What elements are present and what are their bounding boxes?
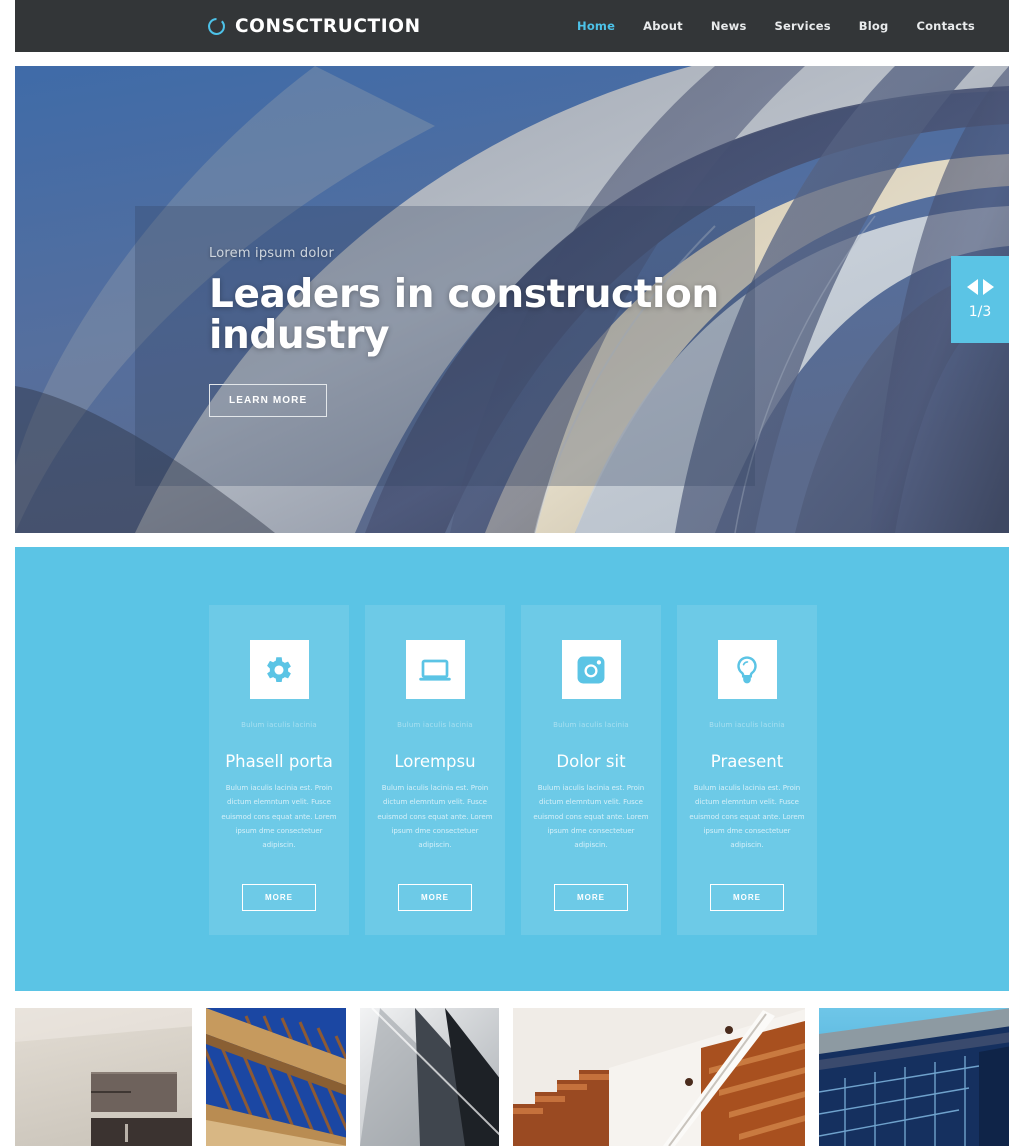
blue-glass-facade-photo	[818, 1008, 1009, 1146]
service-card[interactable]: Bulum iaculis lacinia Phasell porta Bulu…	[209, 605, 349, 935]
service-text: Bulum iaculis lacinia est. Proin dictum …	[689, 784, 805, 850]
nav-item-about[interactable]: About	[629, 19, 697, 33]
nav-item-blog[interactable]: Blog	[845, 19, 903, 33]
hero-slider: Lorem ipsum dolor Leaders in constructio…	[15, 66, 1009, 533]
service-caption: Bulum iaculis lacinia	[709, 721, 785, 729]
learn-more-button[interactable]: LEARN MORE	[209, 383, 328, 417]
service-title: Dolor sit	[556, 752, 626, 771]
nav-item-news[interactable]: News	[697, 19, 761, 33]
hero-title: Leaders in construction industry	[209, 272, 719, 359]
lightbulb-icon	[737, 655, 757, 683]
service-more-button[interactable]: MORE	[242, 883, 316, 911]
service-card[interactable]: Bulum iaculis lacinia Lorempsu Bulum iac…	[365, 605, 505, 935]
main-navigation: Home About News Services Blog Contacts	[563, 19, 989, 33]
brand-name: CONSCTRUCTION	[235, 15, 421, 37]
gear-icon	[267, 656, 291, 682]
slider-arrows	[966, 279, 994, 295]
site-header: CONSCTRUCTION Home About News Services B…	[15, 0, 1009, 52]
service-more-button[interactable]: MORE	[710, 883, 784, 911]
hero-content: Lorem ipsum dolor Leaders in constructio…	[209, 246, 729, 417]
slide-counter: 1/3	[968, 304, 992, 320]
service-icon-box	[405, 640, 465, 699]
camera-icon	[577, 656, 605, 683]
nav-item-contacts[interactable]: Contacts	[902, 19, 989, 33]
service-card[interactable]: Bulum iaculis lacinia Dolor sit Bulum ia…	[521, 605, 661, 935]
service-caption: Bulum iaculis lacinia	[241, 721, 317, 729]
service-caption: Bulum iaculis lacinia	[553, 721, 629, 729]
service-card[interactable]: Bulum iaculis lacinia Praesent Bulum iac…	[677, 605, 817, 935]
slider-controls: 1/3	[951, 256, 1009, 343]
arrow-right-icon[interactable]	[982, 279, 994, 295]
arrow-left-icon[interactable]	[966, 279, 978, 295]
service-icon-box	[717, 640, 777, 699]
services-section: Bulum iaculis lacinia Phasell porta Bulu…	[15, 547, 1009, 991]
nav-item-services[interactable]: Services	[761, 19, 845, 33]
ring-logo-icon	[208, 17, 225, 35]
gallery-item[interactable]	[206, 1008, 347, 1146]
service-text: Bulum iaculis lacinia est. Proin dictum …	[221, 784, 337, 850]
brand-logo[interactable]: CONSCTRUCTION	[207, 16, 421, 37]
gallery-item[interactable]	[818, 1008, 1009, 1146]
gallery-item[interactable]	[15, 1008, 193, 1146]
white-ceiling-angle-photo	[360, 1008, 500, 1146]
laptop-icon	[419, 659, 451, 681]
service-cards: Bulum iaculis lacinia Phasell porta Bulu…	[209, 605, 817, 935]
service-title: Lorempsu	[394, 752, 476, 771]
gallery-strip	[15, 1008, 1009, 1146]
service-icon-box	[249, 640, 309, 699]
service-title: Praesent	[710, 752, 784, 771]
service-text: Bulum iaculis lacinia est. Proin dictum …	[533, 784, 649, 850]
service-text: Bulum iaculis lacinia est. Proin dictum …	[377, 784, 493, 850]
service-more-button[interactable]: MORE	[398, 883, 472, 911]
hero-kicker: Lorem ipsum dolor	[209, 246, 335, 261]
wooden-staircase-photo	[513, 1008, 805, 1146]
interior-shelving-photo	[15, 1008, 193, 1146]
nav-item-home[interactable]: Home	[563, 19, 629, 33]
service-title: Phasell porta	[225, 752, 333, 771]
gallery-item[interactable]	[513, 1008, 805, 1146]
blue-timber-roof-photo	[206, 1008, 347, 1146]
service-icon-box	[561, 640, 621, 699]
gallery-item[interactable]	[360, 1008, 500, 1146]
service-more-button[interactable]: MORE	[554, 883, 628, 911]
service-caption: Bulum iaculis lacinia	[397, 721, 473, 729]
